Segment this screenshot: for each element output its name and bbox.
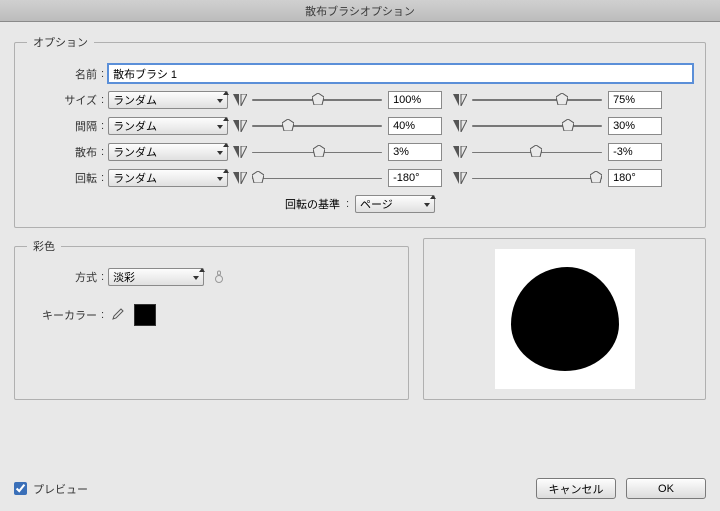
rotation-slider-2[interactable] <box>472 169 602 187</box>
spacing-mode-select[interactable]: ランダム <box>108 117 228 135</box>
preview-canvas <box>495 249 635 389</box>
brush-shape <box>511 267 619 371</box>
scatter-value-2[interactable] <box>608 143 662 161</box>
scatter-slider-2[interactable] <box>472 143 602 161</box>
keycolor-swatch[interactable] <box>134 304 156 326</box>
eyedropper-icon[interactable] <box>108 306 126 324</box>
flip-h-icon-5[interactable] <box>232 144 248 160</box>
spacing-slider-2[interactable] <box>472 117 602 135</box>
options-group: オプション 名前 : サイズ : ランダム 間隔 : ランダム 散布 : ランダ… <box>14 34 706 228</box>
preview-checkbox[interactable]: プレビュー <box>14 481 88 497</box>
flip-h-icon[interactable] <box>232 92 248 108</box>
method-select[interactable]: 淡彩 <box>108 268 204 286</box>
tip-icon[interactable] <box>212 269 226 286</box>
rotation-label: 回転 <box>27 170 101 186</box>
window-title: 散布ブラシオプション <box>0 0 720 22</box>
flip-h-icon-2[interactable] <box>452 92 468 108</box>
rotation-mode-select[interactable]: ランダム <box>108 169 228 187</box>
scatter-value-1[interactable] <box>388 143 442 161</box>
spacing-value-2[interactable] <box>608 117 662 135</box>
name-label: 名前 <box>27 66 101 82</box>
cancel-button[interactable]: キャンセル <box>536 478 616 499</box>
size-slider-2[interactable] <box>472 91 602 109</box>
flip-h-icon-8[interactable] <box>452 170 468 186</box>
rotation-slider-1[interactable] <box>252 169 382 187</box>
size-mode-select[interactable]: ランダム <box>108 91 228 109</box>
size-slider-1[interactable] <box>252 91 382 109</box>
rotation-basis-select[interactable]: ページ <box>355 195 435 213</box>
color-group: 彩色 方式 : 淡彩 キーカラー : <box>14 238 409 400</box>
scatter-label: 散布 <box>27 144 101 160</box>
rotation-value-1[interactable] <box>388 169 442 187</box>
method-label: 方式 <box>27 269 101 285</box>
scatter-slider-1[interactable] <box>252 143 382 161</box>
spacing-label: 間隔 <box>27 118 101 134</box>
flip-h-icon-4[interactable] <box>452 118 468 134</box>
spacing-slider-1[interactable] <box>252 117 382 135</box>
flip-h-icon-6[interactable] <box>452 144 468 160</box>
spacing-value-1[interactable] <box>388 117 442 135</box>
ok-button[interactable]: OK <box>626 478 706 499</box>
size-value-1[interactable] <box>388 91 442 109</box>
rotation-value-2[interactable] <box>608 169 662 187</box>
scatter-mode-select[interactable]: ランダム <box>108 143 228 161</box>
flip-h-icon-3[interactable] <box>232 118 248 134</box>
keycolor-label: キーカラー <box>27 307 101 323</box>
color-legend: 彩色 <box>27 238 61 254</box>
preview-panel <box>423 238 706 400</box>
rotation-basis-label: 回転の基準 <box>285 196 340 212</box>
options-legend: オプション <box>27 34 94 50</box>
name-input[interactable] <box>108 64 693 83</box>
flip-h-icon-7[interactable] <box>232 170 248 186</box>
preview-checkbox-input[interactable] <box>14 482 27 495</box>
size-label: サイズ <box>27 92 101 108</box>
size-value-2[interactable] <box>608 91 662 109</box>
